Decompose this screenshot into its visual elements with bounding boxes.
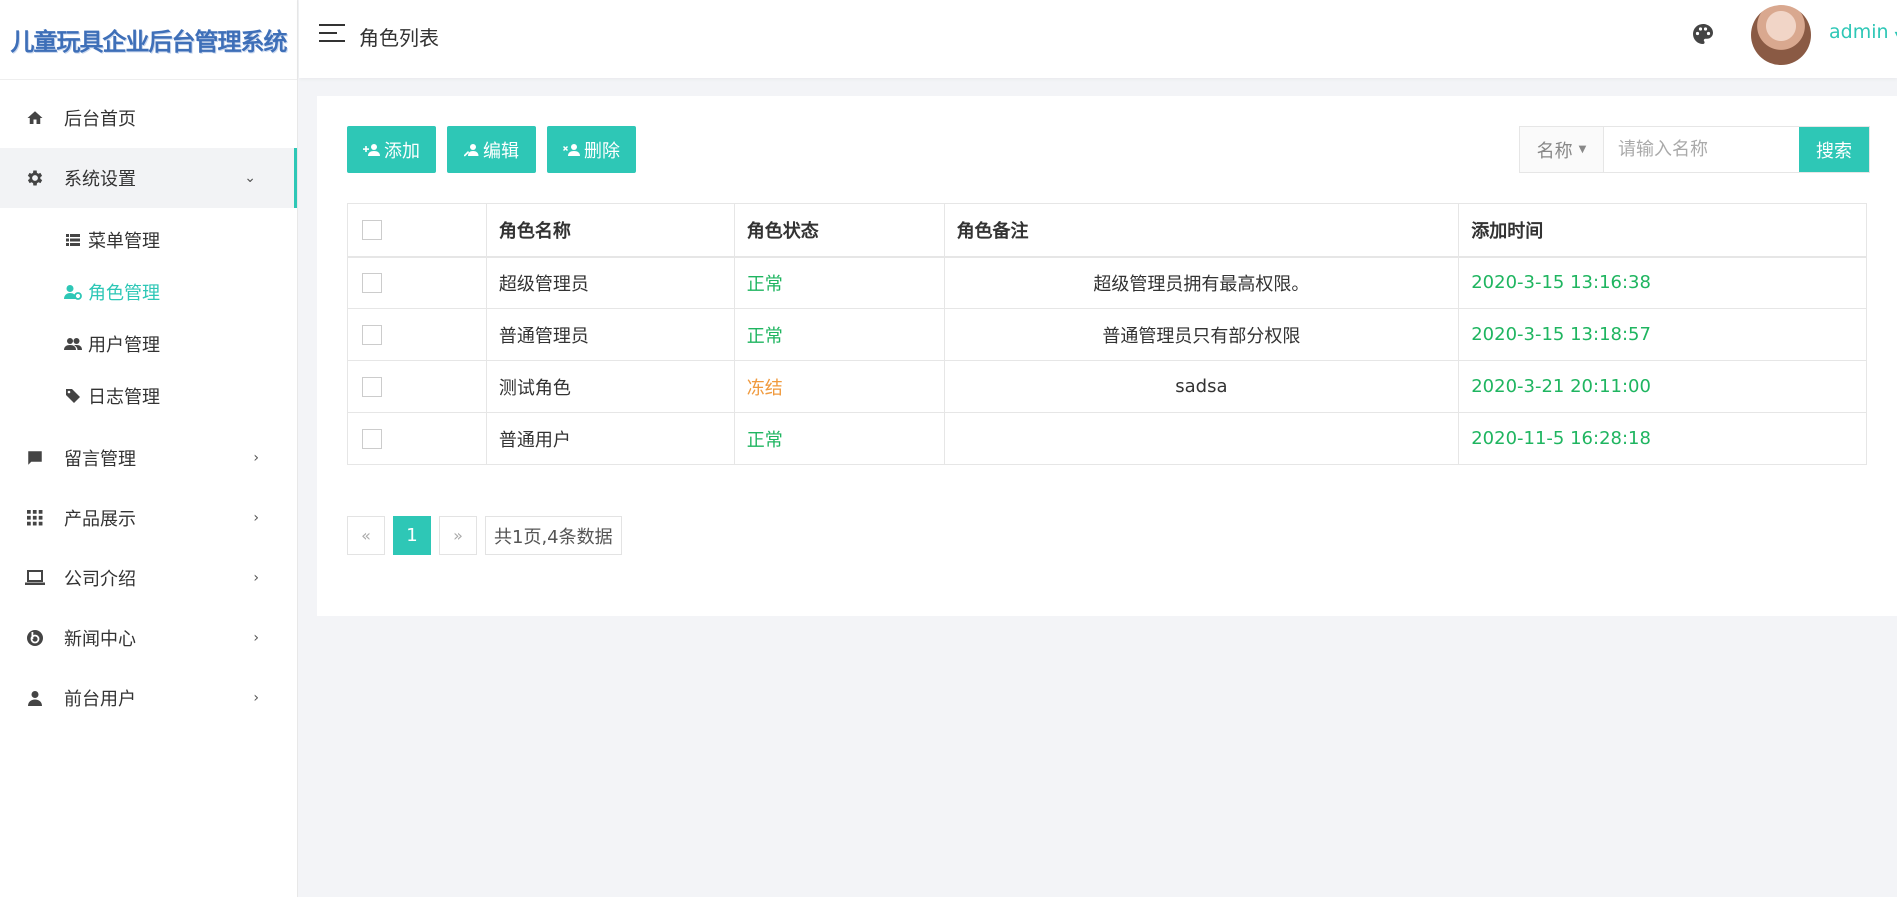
page-1-button[interactable]: 1 <box>393 516 431 555</box>
role-name: 超级管理员 <box>485 256 735 309</box>
search-field-select[interactable]: 名称 ▼ <box>1520 127 1604 172</box>
chevron-right-icon: › <box>253 570 259 586</box>
laptop-icon <box>24 567 46 589</box>
page-title: 角色列表 <box>359 26 439 50</box>
grid-icon <box>24 507 46 529</box>
prev-page-button[interactable]: « <box>347 516 385 555</box>
next-page-button[interactable]: » <box>439 516 477 555</box>
remove-user-icon <box>563 143 581 157</box>
palette-icon[interactable] <box>1691 22 1715 46</box>
checkbox-cell <box>347 256 487 309</box>
search-button[interactable]: 搜索 <box>1799 127 1869 172</box>
column-header: 角色名称 <box>485 203 735 258</box>
sidebar: 儿童玩具企业后台管理系统 后台首页 系统设置 ⌄ 菜单管理 角色管理 用户管理 … <box>0 0 298 897</box>
table-row[interactable]: 普通管理员 正常 普通管理员只有部分权限 2020-3-15 13:18:57 <box>347 308 1867 361</box>
sidebar-item-home[interactable]: 后台首页 <box>0 88 297 148</box>
table-row[interactable]: 超级管理员 正常 超级管理员拥有最高权限。 2020-3-15 13:16:38 <box>347 256 1867 309</box>
row-checkbox[interactable] <box>362 429 382 449</box>
chevron-right-icon: › <box>253 450 259 466</box>
role-icon <box>64 283 82 301</box>
select-all-checkbox[interactable] <box>362 220 382 241</box>
list-icon <box>64 231 82 249</box>
avatar[interactable] <box>1751 5 1811 65</box>
checkbox-cell <box>347 308 487 361</box>
user-menu[interactable]: admin ▾ <box>1829 21 1897 43</box>
comment-icon <box>24 447 46 469</box>
sidebar-item-system-settings[interactable]: 系统设置 ⌄ <box>0 148 297 208</box>
table-row[interactable]: 普通用户 正常 2020-11-5 16:28:18 <box>347 412 1867 465</box>
sidebar-item-company[interactable]: 公司介绍 › <box>0 548 297 608</box>
sidebar-item-products[interactable]: 产品展示 › <box>0 488 297 548</box>
column-header: 添加时间 <box>1458 203 1867 258</box>
column-header: 角色备注 <box>943 203 1460 258</box>
role-added-time: 2020-3-15 13:16:38 <box>1458 256 1867 309</box>
checkbox-cell <box>347 360 487 413</box>
users-icon <box>64 335 82 353</box>
news-icon <box>24 627 46 649</box>
chevron-down-icon: ⌄ <box>244 170 256 186</box>
select-all-cell <box>347 203 487 258</box>
app-title: 儿童玩具企业后台管理系统 <box>10 28 288 56</box>
role-added-time: 2020-3-21 20:11:00 <box>1458 360 1867 413</box>
role-status: 正常 <box>733 308 945 361</box>
role-added-time: 2020-11-5 16:28:18 <box>1458 412 1867 465</box>
role-remark <box>943 412 1460 465</box>
role-name: 普通管理员 <box>485 308 735 361</box>
search-bar: 名称▼ 搜索 <box>1519 126 1870 173</box>
row-checkbox[interactable] <box>362 273 382 294</box>
sidebar-item-messages[interactable]: 留言管理 › <box>0 428 297 488</box>
sidebar-item-log-management[interactable]: 日志管理 <box>0 370 297 422</box>
role-remark: 超级管理员拥有最高权限。 <box>943 256 1460 309</box>
chevron-right-icon: › <box>253 510 259 526</box>
edit-user-icon <box>464 143 480 157</box>
sidebar-item-news[interactable]: 新闻中心 › <box>0 608 297 668</box>
sidebar-menu: 后台首页 系统设置 ⌄ <box>0 88 297 208</box>
caret-down-icon: ▼ <box>1578 144 1587 155</box>
user-icon <box>24 687 46 709</box>
search-input[interactable] <box>1604 127 1799 172</box>
role-status: 冻结 <box>733 360 945 413</box>
tags-icon <box>64 387 82 405</box>
role-added-time: 2020-3-15 13:18:57 <box>1458 308 1867 361</box>
edit-button[interactable]: 编辑 <box>447 126 536 173</box>
home-icon <box>24 107 46 129</box>
chevron-right-icon: › <box>253 630 259 646</box>
column-header: 角色状态 <box>733 203 945 258</box>
menu-toggle-icon[interactable] <box>319 24 345 46</box>
add-user-icon <box>363 143 381 157</box>
role-table: 角色名称 角色状态 角色备注 添加时间 超级管理员 正常 超级管理员拥有最高权限… <box>347 203 1867 465</box>
sidebar-item-menu-management[interactable]: 菜单管理 <box>0 214 297 266</box>
sidebar-item-user-management[interactable]: 用户管理 <box>0 318 297 370</box>
role-name: 普通用户 <box>485 412 735 465</box>
sidebar-item-role-management[interactable]: 角色管理 <box>0 266 297 318</box>
system-submenu: 菜单管理 角色管理 用户管理 日志管理 <box>0 208 297 428</box>
role-remark: 普通管理员只有部分权限 <box>943 308 1460 361</box>
role-remark: sadsa <box>943 360 1460 413</box>
row-checkbox[interactable] <box>362 325 382 345</box>
role-status: 正常 <box>733 412 945 465</box>
chevron-right-icon: › <box>253 690 259 706</box>
row-checkbox[interactable] <box>362 377 382 397</box>
role-status: 正常 <box>733 256 945 309</box>
pagination: « 1 » 共1页,4条数据 <box>347 516 630 555</box>
sidebar-menu-rest: 留言管理 › 产品展示 › 公司介绍 › 新闻中心 › 前台用户 › <box>0 428 297 728</box>
app-logo[interactable]: 儿童玩具企业后台管理系统 <box>0 0 297 80</box>
top-header: 角色列表 admin ▾ <box>299 0 1897 78</box>
gear-icon <box>24 167 46 189</box>
table-row[interactable]: 测试角色 冻结 sadsa 2020-3-21 20:11:00 <box>347 360 1867 413</box>
checkbox-cell <box>347 412 487 465</box>
pagination-info: 共1页,4条数据 <box>485 516 622 555</box>
table-header-row: 角色名称 角色状态 角色备注 添加时间 <box>347 203 1867 258</box>
add-button[interactable]: 添加 <box>347 126 436 173</box>
delete-button[interactable]: 删除 <box>547 126 636 173</box>
sidebar-item-front-users[interactable]: 前台用户 › <box>0 668 297 728</box>
role-list-card: 添加 编辑 删除 名称▼ 搜索 角色名称 角色状态 角色备注 添加时间 <box>317 96 1897 616</box>
role-name: 测试角色 <box>485 360 735 413</box>
